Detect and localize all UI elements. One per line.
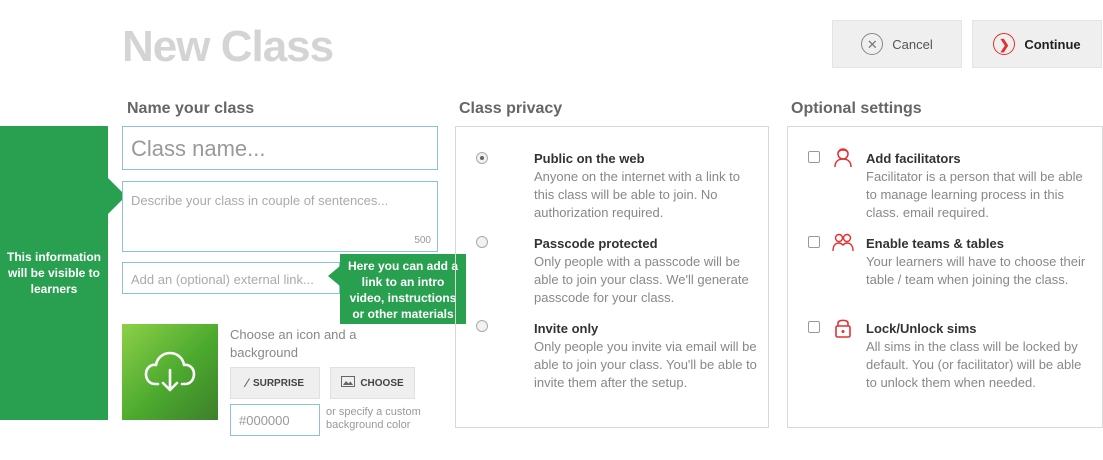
optional-item-title: Enable teams & tables — [866, 236, 1004, 251]
privacy-option-title: Public on the web — [534, 151, 645, 166]
chevron-right-icon: ❯ — [993, 33, 1016, 55]
optional-item-lock: Lock/Unlock sims All sims in the class w… — [866, 321, 1086, 392]
background-color-input[interactable]: #000000 — [230, 404, 320, 436]
name-section-heading: Name your class — [127, 100, 255, 117]
optional-item-title: Lock/Unlock sims — [866, 321, 977, 336]
icon-chooser-label: Choose an icon and a background — [230, 327, 357, 360]
radio-public[interactable] — [476, 152, 488, 164]
page-title: New Class — [122, 22, 334, 71]
optional-item-teams: Enable teams & tables Your learners will… — [866, 236, 1086, 289]
continue-label: Continue — [1024, 36, 1081, 52]
privacy-option-passcode[interactable]: Passcode protected Only people with a pa… — [534, 236, 759, 307]
facilitator-icon — [834, 148, 852, 168]
image-icon — [341, 376, 356, 390]
radio-invite[interactable] — [476, 320, 488, 332]
optional-item-desc: Facilitator is a person that will be abl… — [866, 169, 1083, 220]
cancel-label: Cancel — [892, 36, 933, 52]
surprise-button[interactable]: ⁄ SURPRISE — [230, 367, 320, 399]
link-tip: Here you can add a link to an intro vide… — [340, 254, 466, 324]
privacy-option-desc: Only people with a passcode will be able… — [534, 254, 749, 305]
lock-icon — [835, 319, 851, 338]
privacy-option-title: Passcode protected — [534, 236, 658, 251]
link-tip-arrow — [328, 266, 340, 286]
choose-label: CHOOSE — [360, 377, 404, 389]
checkbox-lock-sims[interactable] — [808, 321, 820, 333]
class-description-input[interactable]: Describe your class in couple of sentenc… — [122, 181, 438, 252]
optional-item-desc: All sims in the class will be locked by … — [866, 339, 1082, 390]
character-counter: 500 — [414, 235, 431, 246]
external-link-input[interactable]: Add an (optional) external link... — [122, 262, 340, 294]
radio-passcode[interactable] — [476, 236, 488, 248]
privacy-section-heading: Class privacy — [459, 100, 563, 117]
class-name-input[interactable]: Class name... — [122, 126, 438, 170]
privacy-option-invite[interactable]: Invite only Only people you invite via e… — [534, 321, 759, 392]
continue-button[interactable]: ❯ Continue — [972, 20, 1102, 68]
privacy-option-desc: Only people you invite via email will be… — [534, 339, 757, 390]
visibility-note: This information will be visible to lear… — [0, 126, 108, 420]
optional-item-title: Add facilitators — [866, 151, 961, 166]
teams-icon — [832, 233, 854, 252]
cancel-button[interactable]: ✕ Cancel — [832, 20, 962, 68]
magic-wand-icon: ⁄ — [245, 376, 248, 390]
checkbox-teams[interactable] — [808, 236, 820, 248]
checkbox-facilitators[interactable] — [808, 151, 820, 163]
custom-color-note: or specify a custom background color — [326, 406, 421, 431]
class-icon-preview[interactable] — [122, 324, 218, 420]
choose-button[interactable]: CHOOSE — [330, 367, 415, 399]
surprise-label: SURPRISE — [252, 377, 305, 389]
cloud-download-icon — [144, 351, 196, 392]
optional-item-desc: Your learners will have to choose their … — [866, 254, 1086, 287]
optional-section-heading: Optional settings — [791, 100, 922, 117]
description-placeholder: Describe your class in couple of sentenc… — [131, 193, 389, 208]
optional-item-facilitators: Add facilitators Facilitator is a person… — [866, 151, 1086, 222]
privacy-option-title: Invite only — [534, 321, 599, 336]
close-icon: ✕ — [861, 33, 884, 55]
privacy-option-public[interactable]: Public on the web Anyone on the internet… — [534, 151, 759, 222]
privacy-option-desc: Anyone on the internet with a link to th… — [534, 169, 740, 220]
